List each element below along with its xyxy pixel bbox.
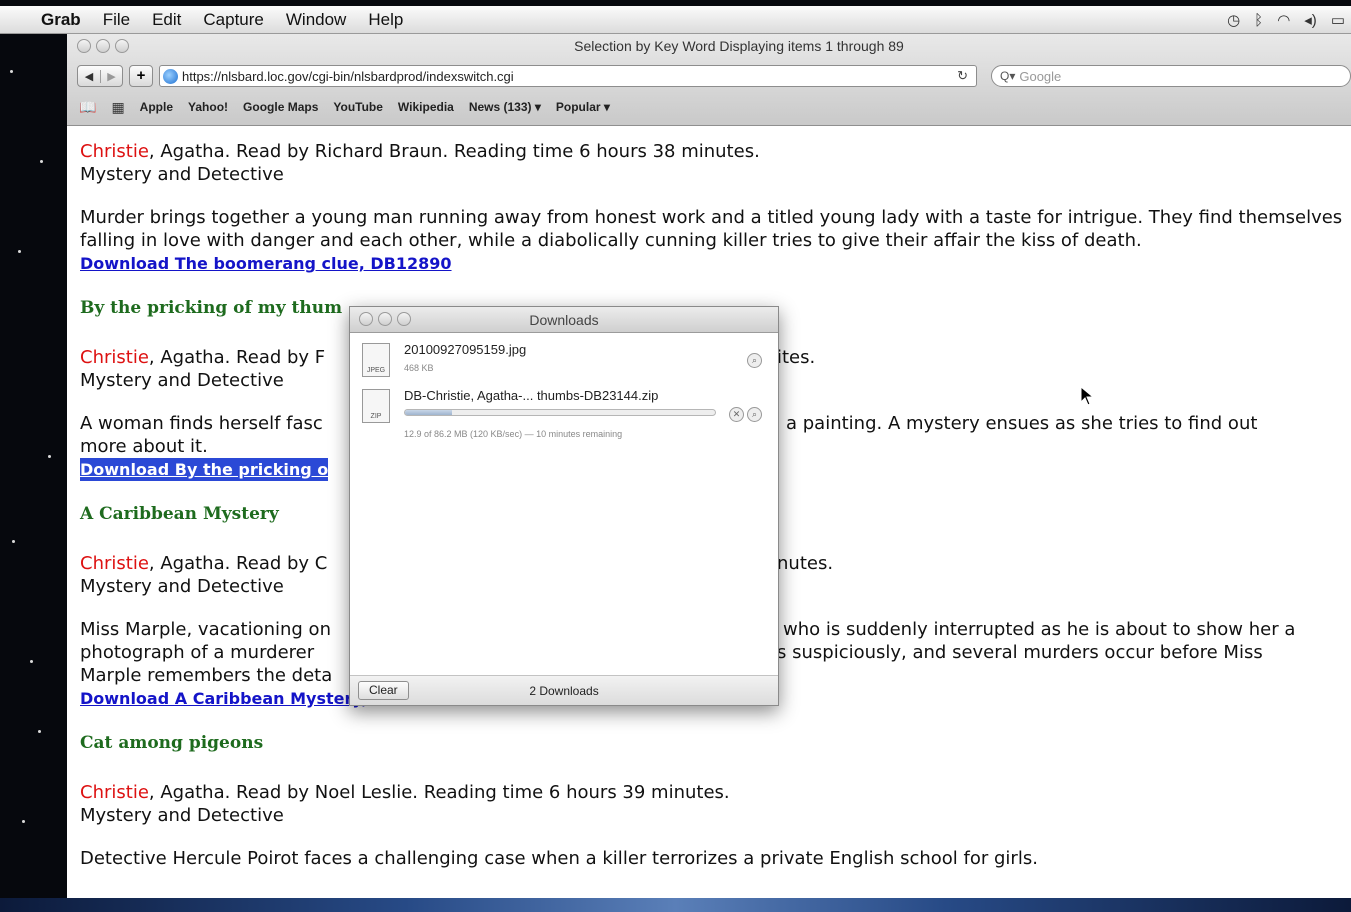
reader-info: , Agatha. Read by C	[148, 553, 328, 574]
category: Mystery and Detective	[80, 805, 284, 826]
bookmark-yahoo[interactable]: Yahoo!	[188, 100, 228, 114]
menu-help[interactable]: Help	[357, 10, 414, 30]
menu-file[interactable]: File	[92, 10, 141, 30]
download-link[interactable]: Download The boomerang clue, DB12890	[80, 252, 452, 275]
description: Murder brings together a young man runni…	[80, 207, 1343, 251]
download-link[interactable]: Download By the pricking o	[80, 458, 329, 481]
url-text: https://nlsbard.loc.gov/cgi-bin/nlsbardp…	[182, 68, 514, 84]
bluetooth-icon[interactable]: ᛒ	[1254, 12, 1263, 29]
window-title: Selection by Key Word Displaying items 1…	[574, 38, 904, 54]
category: Mystery and Detective	[80, 164, 284, 185]
dock	[0, 898, 1351, 912]
description-start: photograph of a murderer	[80, 642, 315, 663]
reload-icon[interactable]: ↻	[957, 68, 968, 84]
bookmark-wikipedia[interactable]: Wikipedia	[398, 100, 454, 114]
menu-capture[interactable]: Capture	[192, 10, 274, 30]
time-machine-icon[interactable]: ◷	[1227, 11, 1240, 29]
downloads-footer: Clear 2 Downloads	[350, 675, 778, 705]
bookmarks-bar: 📖 ▦ Apple Yahoo! Google Maps YouTube Wik…	[79, 96, 1351, 118]
downloads-window: Downloads JPEG 20100927095159.jpg 468 KB…	[349, 306, 779, 706]
back-forward-control: ◀ ▶	[77, 65, 123, 87]
menu-edit[interactable]: Edit	[141, 10, 192, 30]
author-line: Christie, Agatha. Read by Noel Leslie. R…	[80, 781, 1351, 804]
site-globe-icon	[163, 68, 178, 84]
book-title: Cat among pigeons	[80, 733, 264, 753]
star	[40, 160, 43, 163]
file-name: 20100927095159.jpg	[404, 342, 527, 357]
download-item[interactable]: JPEG 20100927095159.jpg 468 KB ⌕	[362, 341, 768, 385]
author-name: Christie	[80, 141, 149, 162]
star	[10, 70, 13, 73]
add-bookmark-button[interactable]: +	[129, 65, 153, 87]
author-name: Christie	[80, 782, 149, 803]
star	[48, 455, 51, 458]
reader-info-tail: nutes.	[777, 553, 834, 574]
browser-toolbar: Selection by Key Word Displaying items 1…	[67, 34, 1351, 126]
file-name: DB-Christie, Agatha-... thumbs-DB23144.z…	[404, 388, 659, 403]
forward-arrow-icon[interactable]: ▶	[100, 69, 122, 83]
search-icon: Q▾	[1000, 69, 1016, 83]
reader-info: , Agatha. Read by Richard Braun. Reading…	[148, 141, 760, 162]
progress-fill	[405, 410, 452, 415]
description-tail: a painting. A mystery ensues as she trie…	[786, 413, 1258, 434]
reveal-in-finder-icon[interactable]: ⌕	[747, 407, 762, 422]
download-status: 12.9 of 86.2 MB (120 KB/sec) — 10 minute…	[404, 429, 623, 439]
menu-window[interactable]: Window	[275, 10, 357, 30]
star	[12, 540, 15, 543]
downloads-title: Downloads	[529, 312, 599, 328]
star	[18, 250, 21, 253]
search-input[interactable]: Q▾ Google	[991, 65, 1351, 87]
bookmark-apple[interactable]: Apple	[140, 100, 173, 114]
volume-icon[interactable]: ◂)	[1304, 11, 1317, 29]
bookmark-news[interactable]: News (133) ▾	[469, 100, 541, 114]
description: Detective Hercule Poirot faces a challen…	[80, 848, 1038, 869]
menu-grab[interactable]: Grab	[30, 10, 92, 30]
bookmark-popular[interactable]: Popular ▾	[556, 100, 610, 114]
zip-file-icon: ZIP	[362, 389, 390, 423]
star	[22, 820, 25, 823]
author-name: Christie	[80, 553, 149, 574]
search-placeholder: Google	[1019, 68, 1062, 84]
reader-info: , Agatha. Read by Noel Leslie. Reading t…	[148, 782, 730, 803]
download-count: 2 Downloads	[529, 684, 599, 698]
back-arrow-icon[interactable]: ◀	[78, 70, 100, 83]
stop-download-icon[interactable]: ✕	[729, 407, 744, 422]
menu-extras: ◷ ᛒ ◠ ◂) ▭	[1227, 6, 1345, 34]
reader-info: , Agatha. Read by F	[148, 347, 326, 368]
author-name: Christie	[80, 347, 149, 368]
file-size: 468 KB	[404, 363, 434, 373]
download-item[interactable]: ZIP DB-Christie, Agatha-... thumbs-DB231…	[362, 387, 768, 439]
reveal-in-finder-icon[interactable]: ⌕	[747, 353, 762, 368]
downloads-titlebar: Downloads	[350, 307, 778, 333]
description-tail: who is suddenly interrupted as he is abo…	[783, 619, 1296, 640]
description-start: Miss Marple, vacationing on	[80, 619, 331, 640]
jpeg-file-icon: JPEG	[362, 343, 390, 377]
reading-list-icon[interactable]: 📖	[79, 99, 96, 116]
description-start: A woman finds herself fasc	[80, 413, 323, 434]
address-bar[interactable]: https://nlsbard.loc.gov/cgi-bin/nlsbardp…	[159, 65, 977, 87]
navigation-row: ◀ ▶ + https://nlsbard.loc.gov/cgi-bin/nl…	[77, 64, 1351, 88]
top-sites-grid-icon[interactable]: ▦	[111, 99, 124, 116]
author-line: Christie, Agatha. Read by Richard Braun.…	[80, 140, 1351, 163]
wifi-icon[interactable]: ◠	[1277, 11, 1290, 29]
star	[38, 730, 41, 733]
download-progress-bar	[404, 409, 716, 416]
reader-info-tail: ites.	[777, 347, 816, 368]
star	[30, 660, 33, 663]
bookmark-google-maps[interactable]: Google Maps	[243, 100, 318, 114]
bookmark-youtube[interactable]: YouTube	[333, 100, 383, 114]
book-entry: Cat among pigeons Christie, Agatha. Read…	[80, 732, 1351, 870]
battery-icon[interactable]: ▭	[1331, 11, 1345, 29]
menu-bar: Grab File Edit Capture Window Help ◷ ᛒ ◠…	[0, 6, 1351, 34]
description-tail: s suspiciously, and several murders occu…	[777, 642, 1263, 663]
book-entry: Christie, Agatha. Read by Richard Braun.…	[80, 140, 1351, 297]
